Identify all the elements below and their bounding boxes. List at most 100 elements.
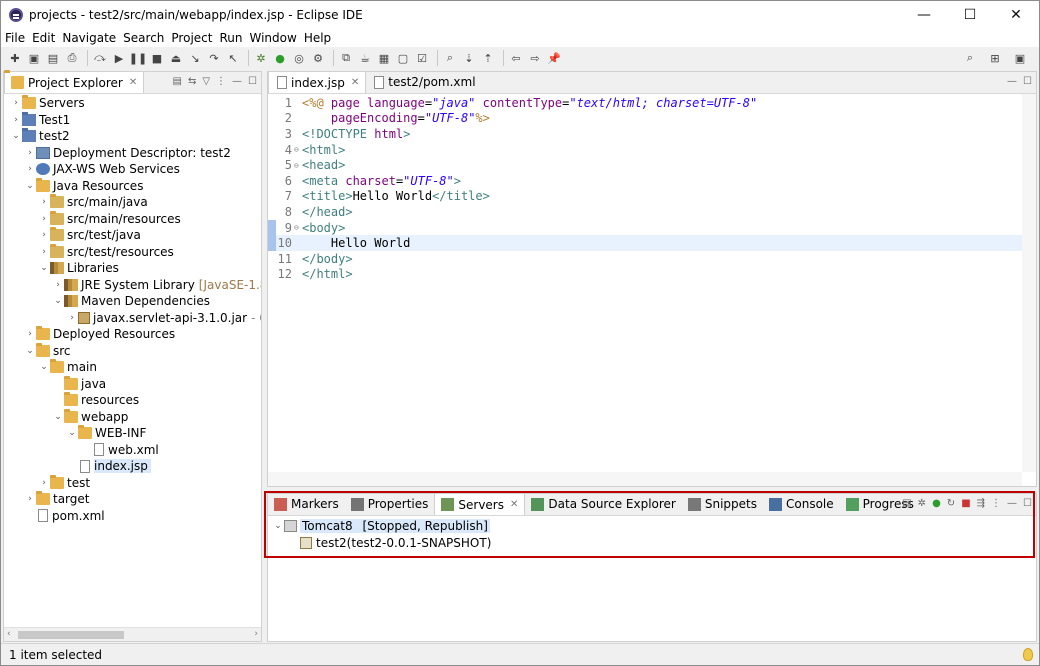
server-row[interactable]: ⌄ Tomcat8 [Stopped, Republish]: [272, 518, 490, 534]
search-icon[interactable]: ⌕: [962, 50, 978, 66]
code-line[interactable]: 9 ⊖ <body>: [268, 220, 1022, 236]
code-line[interactable]: 3 <!DOCTYPE html>: [268, 126, 1022, 142]
tree-item-jax-ws-web-services[interactable]: › JAX-WS Web Services: [24, 161, 180, 177]
collapse-arrow-icon[interactable]: ⌄: [52, 296, 64, 306]
collapse-all-icon[interactable]: ▤: [172, 76, 181, 87]
scroll-left-icon[interactable]: ‹: [7, 629, 11, 639]
menu-help[interactable]: Help: [304, 31, 331, 45]
back-icon[interactable]: ⇦: [508, 50, 524, 66]
debug-server-icon[interactable]: ✲: [918, 498, 926, 509]
open-perspective-icon[interactable]: ⊞: [987, 50, 1003, 66]
tree-item-test2[interactable]: ⌄ test2: [10, 128, 70, 144]
expand-arrow-icon[interactable]: ›: [38, 197, 50, 207]
expand-arrow-icon[interactable]: ›: [24, 164, 36, 174]
fold-toggle-icon[interactable]: ⊖: [294, 161, 302, 170]
expand-arrow-icon[interactable]: ⌄: [272, 521, 284, 531]
search-icon[interactable]: ⌕: [442, 50, 458, 66]
link-editor-icon[interactable]: ⇆: [188, 76, 196, 87]
maximize-view-icon[interactable]: ☐: [1023, 76, 1032, 87]
external-tools-icon[interactable]: ⚙: [310, 50, 326, 66]
maximize-button[interactable]: ☐: [947, 1, 993, 29]
view-menu-icon[interactable]: ⋮: [991, 498, 1001, 509]
tab-properties[interactable]: Properties: [345, 493, 435, 515]
code-area[interactable]: 1 <%@ page language="java" contentType="t…: [268, 94, 1022, 472]
expand-arrow-icon[interactable]: ›: [38, 478, 50, 488]
open-task-icon[interactable]: ☑: [414, 50, 430, 66]
editor-vertical-scrollbar[interactable]: [1022, 94, 1036, 472]
tree-item-src[interactable]: ⌄ src: [24, 342, 71, 359]
profile-server-icon[interactable]: ↻: [947, 498, 955, 509]
next-annotation-icon[interactable]: ⇣: [461, 50, 477, 66]
tree-item-java-resources[interactable]: ⌄ Java Resources: [24, 177, 143, 194]
expand-arrow-icon[interactable]: ›: [24, 329, 36, 339]
editor-horizontal-scrollbar[interactable]: [268, 472, 1022, 486]
expand-arrow-icon[interactable]: ›: [10, 115, 22, 125]
publish-icon[interactable]: ⇶: [977, 498, 985, 509]
maximize-view-icon[interactable]: ☐: [1023, 498, 1032, 509]
new-server-icon[interactable]: ⧉: [338, 50, 354, 66]
save-icon[interactable]: ▣: [26, 50, 42, 66]
tree-item-src-test-java[interactable]: › src/test/java: [38, 227, 141, 243]
java-ee-perspective-icon[interactable]: ▣: [1012, 50, 1028, 66]
resume-icon[interactable]: ▶: [111, 50, 127, 66]
close-button[interactable]: ✕: [993, 1, 1039, 29]
tab-index-jsp[interactable]: index.jsp ✕: [268, 71, 367, 93]
new-package-icon[interactable]: ▦: [376, 50, 392, 66]
code-line[interactable]: 11 </body>: [268, 251, 1022, 267]
tree-item-java[interactable]: java: [52, 375, 106, 392]
collapse-arrow-icon[interactable]: ⌄: [66, 428, 78, 438]
code-line[interactable]: 2 pageEncoding="UTF-8"%>: [268, 111, 1022, 127]
stop-server-icon[interactable]: ■: [961, 498, 970, 509]
expand-arrow-icon[interactable]: ›: [66, 313, 78, 323]
tree-item-test[interactable]: › test: [38, 474, 90, 491]
menu-file[interactable]: File: [5, 31, 25, 45]
scroll-thumb[interactable]: [18, 631, 124, 639]
new-java-project-icon[interactable]: ☕: [357, 50, 373, 66]
view-menu-icon[interactable]: ⋮: [216, 76, 226, 87]
tree-item-webapp[interactable]: ⌄ webapp: [52, 408, 128, 425]
tab-console[interactable]: Console: [763, 493, 840, 515]
minimize-view-icon[interactable]: —: [232, 76, 242, 87]
menu-window[interactable]: Window: [249, 31, 296, 45]
menu-search[interactable]: Search: [123, 31, 164, 45]
collapse-arrow-icon[interactable]: ⌄: [10, 131, 22, 141]
suspend-icon[interactable]: ❚❚: [129, 50, 147, 66]
code-line[interactable]: 6 <meta charset="UTF-8">: [268, 173, 1022, 189]
minimize-view-icon[interactable]: —: [1007, 76, 1017, 87]
open-type-icon[interactable]: ▢: [395, 50, 411, 66]
server-module-row[interactable]: test2(test2-0.0.1-SNAPSHOT): [300, 535, 491, 551]
tree-item-jre-system-library[interactable]: › JRE System Library[JavaSE-1.8]: [52, 277, 261, 293]
prev-annotation-icon[interactable]: ⇡: [480, 50, 496, 66]
collapse-arrow-icon[interactable]: ⌄: [24, 346, 36, 356]
tree-item-resources[interactable]: resources: [52, 392, 139, 408]
expand-arrow-icon[interactable]: ›: [24, 148, 36, 158]
menu-run[interactable]: Run: [219, 31, 242, 45]
step-into-icon[interactable]: ↘: [187, 50, 203, 66]
tab-data-source-explorer[interactable]: Data Source Explorer: [525, 493, 681, 515]
tree-item-target[interactable]: › target: [24, 491, 90, 507]
tab-markers[interactable]: Markers: [268, 493, 345, 515]
expand-arrow-icon[interactable]: ›: [52, 280, 64, 290]
pin-icon[interactable]: 📌: [546, 50, 562, 66]
tree-item-src-main-java[interactable]: › src/main/java: [38, 194, 148, 210]
explorer-horizontal-scrollbar[interactable]: ‹ ›: [4, 627, 261, 641]
tree-item-test1[interactable]: › Test1: [10, 111, 70, 128]
forward-icon[interactable]: ⇨: [527, 50, 543, 66]
tree-item-servers[interactable]: › Servers: [10, 95, 85, 111]
menu-edit[interactable]: Edit: [32, 31, 55, 45]
tree-item-src-test-resources[interactable]: › src/test/resources: [38, 243, 174, 260]
expand-arrow-icon[interactable]: ›: [10, 98, 22, 108]
terminate-icon[interactable]: ■: [149, 50, 165, 66]
collapse-arrow-icon[interactable]: ⌄: [38, 362, 50, 372]
tree-item-index-jsp[interactable]: index.jsp: [66, 458, 151, 474]
menu-navigate[interactable]: Navigate: [62, 31, 116, 45]
tip-lightbulb-icon[interactable]: [1023, 648, 1033, 661]
tree-item-web-xml[interactable]: web.xml: [80, 442, 159, 458]
collapse-icon[interactable]: ▤: [902, 498, 911, 509]
close-icon[interactable]: ✕: [129, 77, 137, 88]
scroll-right-icon[interactable]: ›: [254, 629, 258, 639]
tree-item-javax-servlet-api-3-1-0-jar[interactable]: › javax.servlet-api-3.1.0.jar- C:\Use: [66, 310, 261, 326]
save-all-icon[interactable]: ▤: [45, 50, 61, 66]
code-line[interactable]: 5 ⊖ <head>: [268, 157, 1022, 173]
code-line[interactable]: 10 Hello World: [268, 235, 1022, 251]
